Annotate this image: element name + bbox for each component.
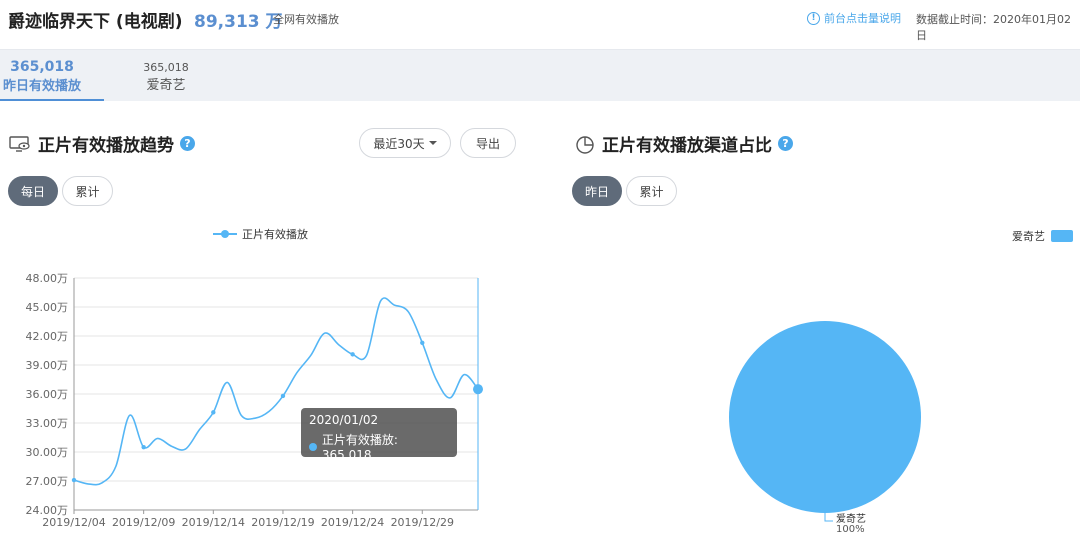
toggle-daily-label: 每日 [20,184,45,199]
y-tick-label: 42.00万 [26,330,69,343]
toggle-share-cumulative-label: 累计 [639,184,664,199]
range-select[interactable]: 最近30天 [359,128,451,158]
pie-slice-iqiyi[interactable] [729,321,921,513]
tab-label: 爱奇艺 [146,78,186,93]
trend-section-title: 正片有效播放趋势 ? [8,131,195,156]
tab-number: 365,018 [10,59,74,75]
trend-line-chart[interactable]: 24.00万27.00万30.00万33.00万36.00万39.00万42.0… [0,248,510,538]
y-tick-label: 39.00万 [26,359,69,372]
data-point[interactable] [71,477,77,483]
pie-legend-swatch [1051,230,1073,242]
y-tick-label: 33.00万 [26,417,69,430]
x-tick-label: 2019/12/24 [321,516,384,529]
pie-chart-icon [576,135,594,154]
export-label: 导出 [475,136,500,151]
question-icon[interactable]: ? [778,136,793,151]
tab-iqiyi[interactable]: 365,018 爱奇艺 [142,59,190,93]
share-section-title: 正片有效播放渠道占比 ? [574,131,793,156]
tooltip-value: 正片有效播放: 365,018 [321,433,398,462]
x-tick-label: 2019/12/09 [112,516,175,529]
toggle-daily[interactable]: 每日 [8,176,58,206]
x-tick-label: 2019/12/04 [42,516,105,529]
header-bar: 爵迹临界天下 (电视剧) 89,313 万 全网有效播放 ! 前台点击量说明 数… [0,0,1080,50]
y-tick-label: 36.00万 [26,388,69,401]
tab-yesterday-views[interactable]: 365,018 昨日有效播放 [2,59,82,94]
y-tick-label: 48.00万 [26,272,69,285]
drama-title: 爵迹临界天下 (电视剧) [8,12,183,32]
share-pie-chart[interactable]: 爱奇艺 100% [700,276,1000,536]
platform-tab-bar: 365,018 昨日有效播放 365,018 爱奇艺 [0,50,1080,101]
x-tick-label: 2019/12/14 [182,516,245,529]
info-icon: ! [807,11,820,25]
toggle-yesterday[interactable]: 昨日 [572,176,622,206]
legend-line-marker [213,230,237,238]
tooltip-dot [309,442,317,451]
monitor-icon [9,135,30,152]
x-tick-label: 2019/12/29 [391,516,454,529]
help-link[interactable]: ! 前台点击量说明 [807,10,901,26]
pie-slice-percent: 100% [836,524,865,535]
legend-line-label: 正片有效播放 [242,228,308,241]
pie-legend[interactable]: 爱奇艺 [1012,228,1073,244]
tab-label: 昨日有效播放 [2,79,81,94]
share-title-text: 正片有效播放渠道占比 [602,136,772,156]
tooltip-row: 正片有效播放: 365,018 [309,431,449,462]
toggle-share-cumulative[interactable]: 累计 [626,176,677,206]
toggle-cumulative-label: 累计 [75,184,100,199]
pie-legend-label: 爱奇艺 [1012,230,1045,243]
data-point[interactable] [420,340,425,345]
chevron-down-icon [428,141,437,145]
x-tick-label: 2019/12/19 [251,516,314,529]
data-point[interactable] [211,410,216,415]
toggle-cumulative[interactable]: 累计 [62,176,113,206]
export-button[interactable]: 导出 [460,128,516,158]
page-root: 爵迹临界天下 (电视剧) 89,313 万 全网有效播放 ! 前台点击量说明 数… [0,0,1080,538]
pie-label-leader [824,513,833,522]
range-select-value: 最近30天 [373,136,425,151]
data-point[interactable] [141,444,146,450]
y-tick-label: 27.00万 [26,475,69,488]
y-tick-label: 45.00万 [26,301,69,314]
toggle-yesterday-label: 昨日 [584,184,609,199]
question-icon[interactable]: ? [180,136,195,151]
data-point-highlighted[interactable] [473,384,483,395]
tab-number: 365,018 [143,61,189,74]
total-views: 89,313 万 [194,12,283,32]
trend-title-text: 正片有效播放趋势 [38,136,174,156]
tooltip-date: 2020/01/02 [309,413,379,427]
help-link-text: 前台点击量说明 [824,12,901,25]
chart-tooltip: 2020/01/02 正片有效播放: 365,018 [301,408,457,462]
y-tick-label: 30.00万 [26,446,69,459]
data-point[interactable] [280,393,286,399]
data-deadline: 数据截止时间：2020年01月02日 [916,13,1071,42]
total-views-label: 全网有效播放 [273,13,339,26]
line-legend[interactable]: 正片有效播放 [213,226,308,242]
data-point[interactable] [350,352,355,357]
active-tab-underline [0,99,104,101]
